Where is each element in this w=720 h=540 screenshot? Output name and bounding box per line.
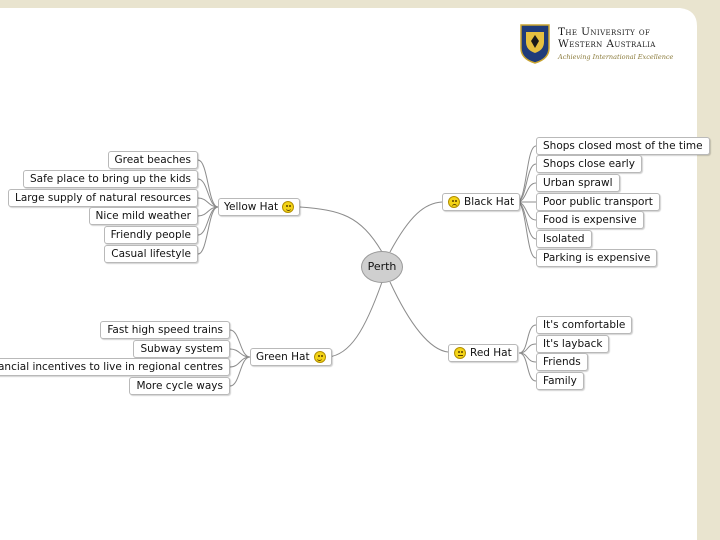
black-item[interactable]: Shops closed most of the time xyxy=(536,137,710,155)
black-item[interactable]: Parking is expensive xyxy=(536,249,658,267)
yellow-hat-label: Yellow Hat xyxy=(224,201,279,213)
logo-line-1: The University of xyxy=(558,26,651,38)
black-item[interactable]: Urban sprawl xyxy=(536,174,620,192)
black-hat-node[interactable]: Black Hat xyxy=(442,193,521,211)
green-hat-label: Green Hat xyxy=(256,351,310,363)
black-hat-label: Black Hat xyxy=(464,196,515,208)
black-item[interactable]: Isolated xyxy=(536,230,592,248)
logo-tagline: Achieving International Excellence xyxy=(558,53,674,61)
yellow-hat-node[interactable]: Yellow Hat xyxy=(218,198,301,216)
black-item[interactable]: Shops close early xyxy=(536,155,642,173)
slide-background xyxy=(0,8,697,540)
yellow-item[interactable]: Great beaches xyxy=(107,151,198,169)
yellow-item[interactable]: Large supply of natural resources xyxy=(7,189,198,207)
green-item[interactable]: Financial incentives to live in regional… xyxy=(0,358,230,376)
yellow-item[interactable]: Safe place to bring up the kids xyxy=(23,170,198,188)
smiley-neutral-icon xyxy=(454,347,466,359)
green-item[interactable]: Fast high speed trains xyxy=(100,321,230,339)
yellow-item[interactable]: Friendly people xyxy=(103,226,198,244)
green-item[interactable]: Subway system xyxy=(133,340,230,358)
red-item[interactable]: It's comfortable xyxy=(536,316,633,334)
red-hat-node[interactable]: Red Hat xyxy=(448,344,518,362)
red-item[interactable]: Friends xyxy=(536,353,588,371)
smiley-happy-icon xyxy=(282,201,295,213)
red-item[interactable]: It's layback xyxy=(536,335,610,353)
red-hat-label: Red Hat xyxy=(470,347,512,359)
yellow-item[interactable]: Nice mild weather xyxy=(88,207,198,225)
smiley-sad-icon xyxy=(448,196,460,208)
green-item[interactable]: More cycle ways xyxy=(129,377,230,395)
university-logo: The University of Western Australia Achi… xyxy=(518,24,678,68)
red-item[interactable]: Family xyxy=(536,372,584,390)
black-item[interactable]: Food is expensive xyxy=(536,211,644,229)
university-crest-icon xyxy=(520,24,550,64)
smiley-happy-icon xyxy=(313,351,326,363)
green-hat-node[interactable]: Green Hat xyxy=(250,348,332,366)
logo-line-2: Western Australia xyxy=(558,38,656,50)
root-node-perth[interactable]: Perth xyxy=(361,251,403,283)
black-item[interactable]: Poor public transport xyxy=(536,193,660,211)
yellow-item[interactable]: Casual lifestyle xyxy=(104,245,198,263)
